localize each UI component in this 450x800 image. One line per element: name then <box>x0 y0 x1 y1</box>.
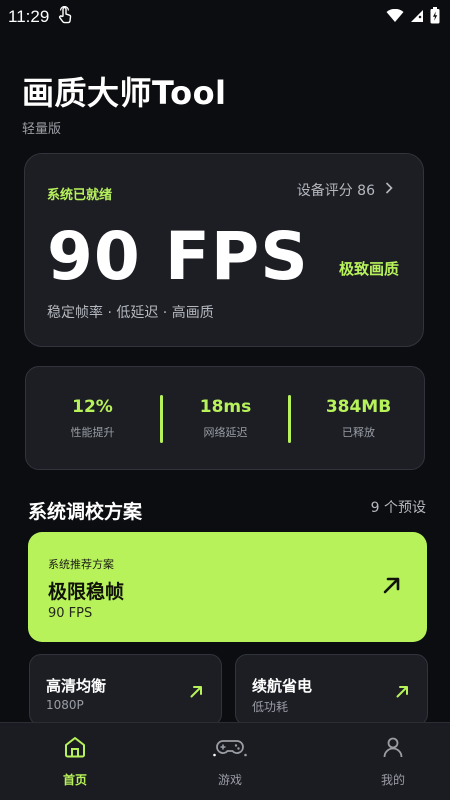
section-title: 系统调校方案 <box>28 501 143 523</box>
app-subtitle: 轻量版 <box>22 122 62 137</box>
bottom-navigation: 首页 游戏 我的 <box>0 722 450 800</box>
plan-subtitle: 1080P <box>46 698 84 712</box>
stat-value: 384MB <box>325 396 392 417</box>
device-score-link[interactable]: 设备评分 86 <box>297 180 393 200</box>
status-right <box>386 6 440 28</box>
user-icon <box>381 735 405 763</box>
plan-card-power-saving[interactable]: 续航省电 低功耗 <box>235 654 428 726</box>
nav-item-profile[interactable]: 我的 <box>318 723 450 800</box>
status-left: 11:29 <box>8 5 73 28</box>
nav-label: 首页 <box>62 773 87 787</box>
stats-card: 12% 性能提升 18ms 网络延迟 384MB 已释放 <box>25 366 425 470</box>
nav-label: 我的 <box>380 773 405 787</box>
recommended-plan-tag: 系统推荐方案 <box>48 558 114 571</box>
plan-name: 续航省电 <box>252 677 313 695</box>
app-title: 画质大师Tool <box>22 74 227 112</box>
stat-memory: 384MB 已释放 <box>292 367 425 469</box>
touch-gesture-icon <box>57 5 73 28</box>
chevron-right-icon <box>385 182 393 198</box>
stat-divider <box>288 395 291 443</box>
cellular-signal-icon <box>410 8 424 27</box>
arrow-up-right-icon <box>383 576 401 598</box>
stat-value: 18ms <box>199 396 252 417</box>
wifi-icon <box>386 8 404 27</box>
device-score-label: 设备评分 86 <box>296 183 375 199</box>
stat-label: 已释放 <box>342 425 375 439</box>
fps-value: 90 FPS <box>47 218 309 295</box>
stat-label: 网络延迟 <box>203 425 248 439</box>
status-time: 11:29 <box>8 7 50 26</box>
preset-count: 9 个预设 <box>370 500 426 516</box>
battery-charging-icon <box>430 6 440 28</box>
stat-performance: 12% 性能提升 <box>26 367 159 469</box>
recommended-plan-fps: 90 FPS <box>48 606 93 621</box>
stat-latency: 18ms 网络延迟 <box>159 367 292 469</box>
arrow-up-right-icon <box>190 683 203 702</box>
stat-label: 性能提升 <box>70 425 115 439</box>
recommended-plan-card[interactable]: 系统推荐方案 极限稳帧 90 FPS <box>28 532 427 642</box>
nav-label: 游戏 <box>217 773 242 787</box>
fps-status-card[interactable]: 系统已就绪 设备评分 86 90 FPS 极致画质 稳定帧率 · 低延迟 · 高… <box>24 153 424 347</box>
recommended-plan-name: 极限稳帧 <box>48 581 125 603</box>
system-ready-label: 系统已就绪 <box>47 188 113 203</box>
stat-value: 12% <box>72 396 113 417</box>
fps-description: 稳定帧率 · 低延迟 · 高画质 <box>47 305 214 321</box>
plan-card-balanced[interactable]: 高清均衡 1080P <box>29 654 222 726</box>
plan-name: 高清均衡 <box>46 677 107 695</box>
arrow-up-right-icon <box>396 683 409 702</box>
status-bar: 11:29 <box>0 0 450 34</box>
gamepad-icon <box>213 735 247 763</box>
home-icon <box>63 735 87 763</box>
plan-subtitle: 低功耗 <box>252 700 289 714</box>
nav-item-games[interactable]: 游戏 <box>155 723 305 800</box>
nav-item-home[interactable]: 首页 <box>0 723 150 800</box>
quality-label: 极致画质 <box>338 260 399 278</box>
